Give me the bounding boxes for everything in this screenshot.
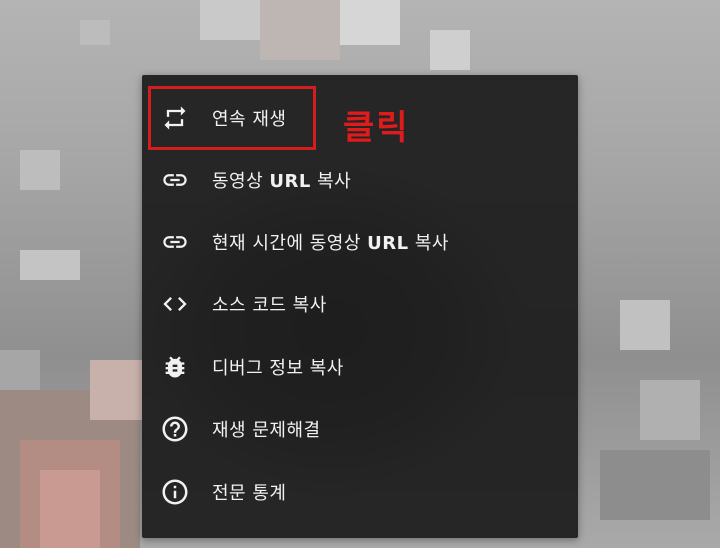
menu-item-stats-for-nerds[interactable]: 전문 통계	[142, 461, 578, 523]
menu-item-copy-video-url[interactable]: 동영상 URL 복사	[142, 149, 578, 211]
menu-item-copy-video-url-at-time[interactable]: 현재 시간에 동영상 URL 복사	[142, 211, 578, 273]
menu-item-label: 소스 코드 복사	[212, 295, 327, 316]
menu-item-label: 재생 문제해결	[212, 420, 321, 441]
menu-item-copy-debug-info[interactable]: 디버그 정보 복사	[142, 336, 578, 398]
help-icon	[160, 414, 190, 444]
menu-item-label: 전문 통계	[212, 483, 287, 504]
info-icon	[160, 477, 190, 507]
menu-item-label: 현재 시간에 동영상 URL 복사	[212, 233, 449, 254]
menu-item-troubleshoot-playback[interactable]: 재생 문제해결	[142, 398, 578, 460]
highlight-box	[148, 86, 316, 150]
click-annotation: 클릭	[343, 108, 410, 148]
code-icon	[160, 289, 190, 319]
menu-item-label: 디버그 정보 복사	[212, 358, 344, 379]
bug-icon	[160, 352, 190, 382]
menu-item-copy-embed-code[interactable]: 소스 코드 복사	[142, 273, 578, 335]
link-icon	[160, 227, 190, 257]
menu-item-label: 동영상 URL 복사	[212, 171, 352, 192]
link-icon	[160, 165, 190, 195]
